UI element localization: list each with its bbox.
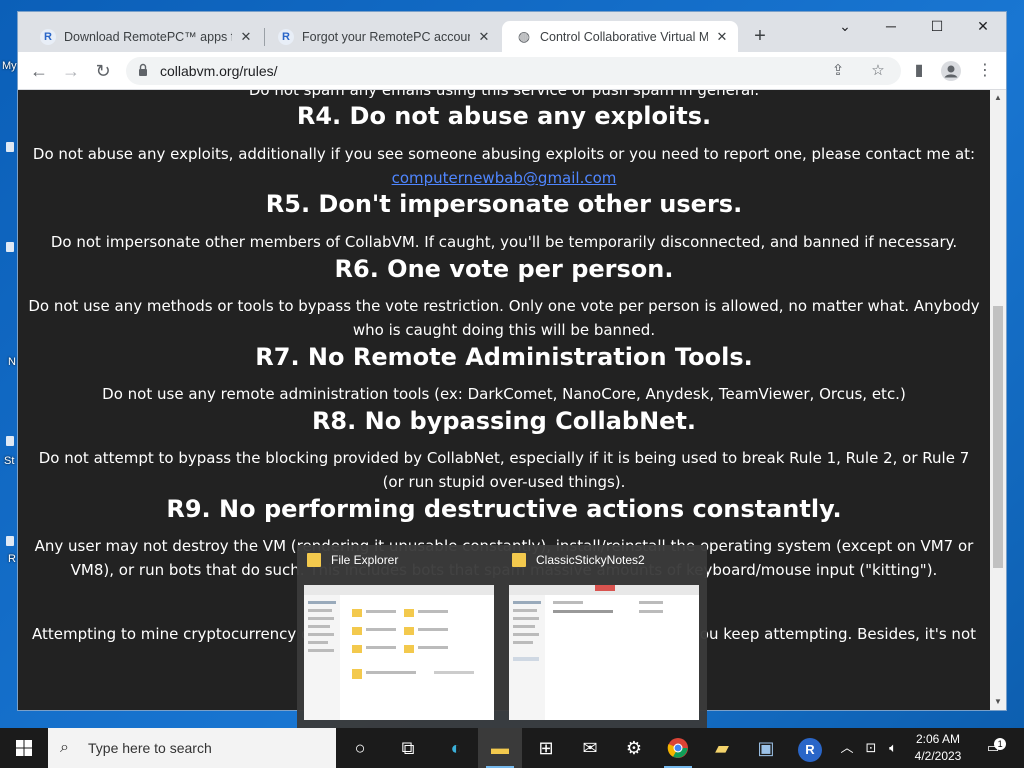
contact-email-link[interactable]: computernewbab@gmail.com xyxy=(392,169,617,187)
preview-title-text: File Explorer xyxy=(331,553,399,567)
tab-strip: R Download RemotePC™ apps for ✕ R Forgot… xyxy=(18,12,1006,52)
scroll-up-arrow-icon[interactable]: ▲ xyxy=(990,90,1006,106)
browser-toolbar: ← → ↻ collabvm.org/rules/ ⇪ ☆ ▮ ⋮ xyxy=(18,52,1006,90)
settings-gear-icon[interactable]: ⚙ xyxy=(612,728,656,768)
desktop-icon-label[interactable]: R xyxy=(8,553,16,565)
forward-arrow-icon[interactable]: → xyxy=(58,58,84,84)
rule-text: Do not use any methods or tools to bypas… xyxy=(28,297,980,339)
rule-heading: R6. One vote per person. xyxy=(334,255,674,283)
network-icon[interactable]: ⊡ xyxy=(860,728,882,768)
preview-title: File Explorer xyxy=(307,553,398,567)
tab-remotepc-forgot[interactable]: R Forgot your RemotePC account p ✕ xyxy=(264,21,500,52)
rule-heading: R7. No Remote Administration Tools. xyxy=(255,343,753,371)
tab-search-chevron-icon[interactable]: ⌄ xyxy=(822,12,868,40)
tab-collabvm-rules[interactable]: ◍ Control Collaborative Virtual Ma ✕ xyxy=(502,21,738,52)
desktop-icon[interactable] xyxy=(6,142,14,152)
page-scrollbar[interactable]: ▲ ▼ xyxy=(990,90,1006,710)
rule-heading: R4. Do not abuse any exploits. xyxy=(296,102,712,130)
mail-icon[interactable]: ✉ xyxy=(568,728,612,768)
edge-icon[interactable]: ◐ xyxy=(434,728,478,768)
url-text: collabvm.org/rules/ xyxy=(160,63,278,79)
rule-text: Do not attempt to bypass the blocking pr… xyxy=(38,449,970,491)
back-arrow-icon[interactable]: ← xyxy=(26,58,52,84)
system-clock[interactable]: 2:06 AM 4/2/2023 xyxy=(906,731,970,765)
clock-time: 2:06 AM xyxy=(915,732,961,746)
volume-icon[interactable]: 🔈︎ xyxy=(882,728,904,768)
bookmark-star-icon[interactable]: ☆ xyxy=(866,59,890,83)
tab-title: Forgot your RemotePC account p xyxy=(302,29,470,44)
show-hidden-icons-chevron-icon[interactable]: ︿ xyxy=(836,728,858,768)
rule-text: Do not abuse any exploits, additionally … xyxy=(28,142,980,190)
reload-icon[interactable]: ↻ xyxy=(90,58,116,84)
preview-file-explorer[interactable]: File Explorer xyxy=(297,545,502,728)
start-button[interactable] xyxy=(0,728,48,768)
taskbar: ⌕ Type here to search ○ ⧉ ◐ ▬ ⊞ ✉ ⚙ ▰ ▣ … xyxy=(0,728,1024,768)
notification-center-icon[interactable]: ▭ 1 xyxy=(978,728,1008,768)
tab-title: Download RemotePC™ apps for xyxy=(64,29,232,44)
share-icon[interactable]: ⇪ xyxy=(826,59,850,83)
notification-count-badge: 1 xyxy=(994,738,1007,750)
rule-text-partial: Attempting to mine cryptocurrency on xyxy=(32,625,320,643)
close-window-button[interactable]: ✕ xyxy=(960,12,1006,40)
scroll-down-arrow-icon[interactable]: ▼ xyxy=(990,694,1006,710)
rule-text: Do not impersonate other members of Coll… xyxy=(50,233,958,251)
menu-kebab-icon[interactable]: ⋮ xyxy=(972,58,998,84)
chrome-icon[interactable] xyxy=(656,728,700,768)
profile-avatar-icon[interactable] xyxy=(938,58,964,84)
explorer-thumbnail-graphic xyxy=(304,585,494,720)
rule-text: Do not use any remote administration too… xyxy=(102,385,906,403)
file-explorer-icon[interactable]: ▬ xyxy=(478,728,522,768)
sticky-notes-thumbnail-graphic xyxy=(509,585,699,720)
preview-classic-sticky-notes[interactable]: ClassicStickyNotes2 xyxy=(502,545,707,728)
preview-thumbnail xyxy=(509,585,699,720)
folder-icon xyxy=(307,553,321,567)
close-tab-icon[interactable]: ✕ xyxy=(714,29,730,45)
sticky-notes-folder-icon[interactable]: ▰ xyxy=(700,728,744,768)
rule-heading: R8. No bypassing CollabNet. xyxy=(311,407,697,435)
taskbar-thumbnail-popup: File Explorer ClassicStickyNotes2 xyxy=(297,545,707,728)
desktop-icon[interactable] xyxy=(6,536,14,546)
desktop-icon-label[interactable]: St xyxy=(4,455,14,467)
remotepc-favicon-icon: R xyxy=(278,28,294,45)
rule-heading: R5. Don't impersonate other users. xyxy=(265,190,743,218)
globe-icon: ◍ xyxy=(517,28,531,44)
rule-text: Do not spam any emails using this servic… xyxy=(248,90,760,99)
address-bar[interactable]: collabvm.org/rules/ ⇪ ☆ xyxy=(126,57,901,85)
search-icon: ⌕ xyxy=(60,739,69,756)
task-view-icon[interactable]: ⧉ xyxy=(386,728,430,768)
close-tab-icon[interactable]: ✕ xyxy=(476,29,492,45)
tab-title: Control Collaborative Virtual Ma xyxy=(540,29,708,44)
close-tab-icon[interactable]: ✕ xyxy=(238,29,254,45)
desktop-icon-label[interactable]: N xyxy=(8,356,16,368)
desktop-icon[interactable] xyxy=(6,436,14,446)
side-panel-icon[interactable]: ▮ xyxy=(906,58,932,84)
clock-date: 4/2/2023 xyxy=(914,749,962,763)
store-icon[interactable]: ⊞ xyxy=(524,728,568,768)
remotepc-favicon-icon: R xyxy=(40,28,56,45)
remotepc-icon[interactable]: R xyxy=(788,728,832,768)
remote-desktop-icon[interactable]: ▣ xyxy=(744,728,788,768)
preview-title-text: ClassicStickyNotes2 xyxy=(536,553,645,567)
taskbar-search-box[interactable]: ⌕ Type here to search xyxy=(48,728,336,768)
preview-title: ClassicStickyNotes2 xyxy=(512,553,645,567)
lock-icon xyxy=(139,63,147,76)
preview-thumbnail xyxy=(304,585,494,720)
rule-heading: R9. No performing destructive actions co… xyxy=(166,495,842,523)
desktop-icon[interactable] xyxy=(6,242,14,252)
maximize-button[interactable]: ☐ xyxy=(914,12,960,40)
search-placeholder: Type here to search xyxy=(88,740,212,756)
minimize-button[interactable]: ─ xyxy=(868,12,914,40)
new-tab-button[interactable]: + xyxy=(748,25,772,49)
scrollbar-thumb[interactable] xyxy=(993,306,1003,568)
folder-icon xyxy=(512,553,526,567)
rule-body: Do not abuse any exploits, additionally … xyxy=(32,145,976,163)
desktop-icon-label[interactable]: My xyxy=(2,60,17,72)
windows-logo-icon xyxy=(16,740,32,756)
cortana-icon[interactable]: ○ xyxy=(338,728,382,768)
tab-remotepc-download[interactable]: R Download RemotePC™ apps for ✕ xyxy=(26,21,262,52)
